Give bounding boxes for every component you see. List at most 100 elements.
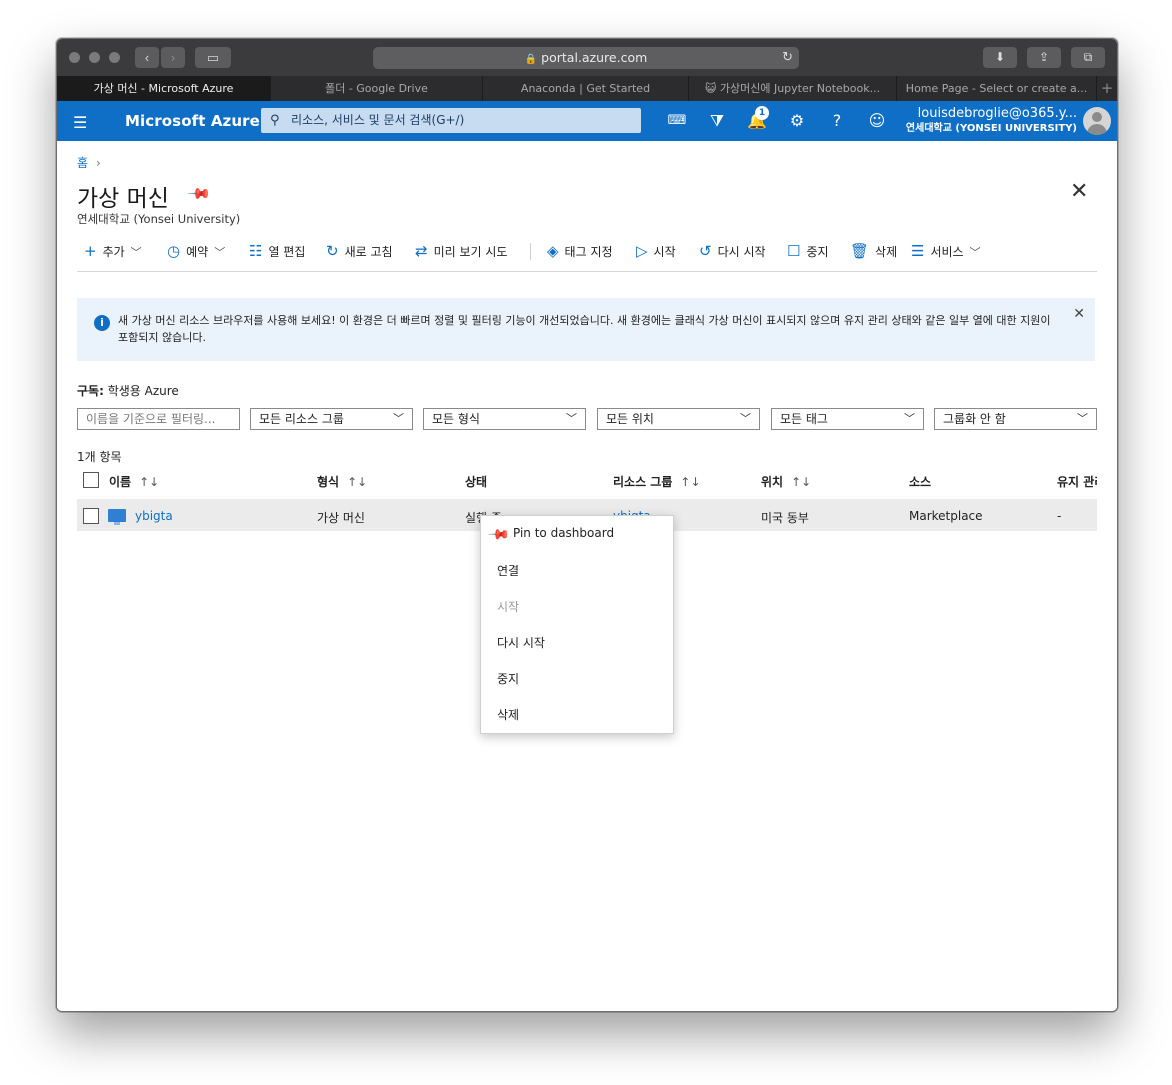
column-header-maintenance[interactable]: 유지 관리 <box>1057 473 1097 490</box>
downloads-icon[interactable]: ⬇ <box>983 47 1017 68</box>
zoom-window-button[interactable] <box>109 52 120 63</box>
feedback-smiley-icon[interactable]: ☺ <box>866 111 888 131</box>
pin-icon: 📌 <box>486 523 511 547</box>
breadcrumb-home[interactable]: 홈 <box>77 156 88 170</box>
page-title: 가상 머신 <box>77 186 169 212</box>
column-header-type[interactable]: 형식 ↑↓ <box>317 473 367 490</box>
resource-group-dropdown[interactable]: 모든 리소스 그룹 ﹀ <box>250 408 413 430</box>
schedule-button[interactable]: ◷ 예약 ﹀ <box>167 239 225 264</box>
column-header-status[interactable]: 상태 <box>465 473 487 490</box>
start-button[interactable]: ▷ 시작 <box>636 239 676 264</box>
vm-name-link[interactable]: ybigta <box>135 509 173 523</box>
tab-azure[interactable]: 가상 머신 - Microsoft Azure <box>57 76 271 101</box>
vm-location: 미국 동부 <box>761 511 809 525</box>
banner-text[interactable]: 새 가상 머신 리소스 브라우저를 사용해 보세요! 이 환경은 더 빠르며 정… <box>118 312 1062 346</box>
sort-icon: ↑↓ <box>791 475 812 489</box>
chevron-down-icon: ﹀ <box>904 412 915 425</box>
brand-title[interactable]: Microsoft Azure <box>125 112 260 130</box>
refresh-button[interactable]: ↻ 새로 고침 <box>326 239 393 264</box>
column-header-source[interactable]: 소스 <box>909 473 931 490</box>
services-button[interactable]: ☰ 서비스 ﹀ <box>911 239 981 264</box>
context-menu: 📌 Pin to dashboard 연결 시작 다시 시작 중지 삭제 <box>480 515 674 734</box>
add-button[interactable]: + 추가 ﹀ <box>84 239 142 264</box>
location-dropdown[interactable]: 모든 위치 ﹀ <box>597 408 760 430</box>
forward-button[interactable]: › <box>161 47 185 68</box>
url-text: portal.azure.com <box>541 50 648 65</box>
global-search-input[interactable]: ⚲ 리소스, 서비스 및 문서 검색(G+/) <box>261 108 641 133</box>
page-subtitle: 연세대학교 (Yonsei University) <box>77 212 241 226</box>
tags-dropdown[interactable]: 모든 태그 ﹀ <box>771 408 924 430</box>
refresh-icon: ↻ <box>326 242 339 260</box>
subscription-value: 학생용 Azure <box>107 384 179 398</box>
info-icon: i <box>94 315 110 331</box>
chevron-right-icon: › <box>96 156 101 170</box>
back-button[interactable]: ‹ <box>135 47 159 68</box>
column-header-location[interactable]: 위치 ↑↓ <box>761 473 811 490</box>
vm-type: 가상 머신 <box>317 511 365 525</box>
clock-icon: ◷ <box>167 242 181 260</box>
select-all-checkbox[interactable] <box>83 472 99 488</box>
edit-columns-button[interactable]: ☷ 열 편집 <box>249 239 305 264</box>
command-bar: + 추가 ﹀ ◷ 예약 ﹀ ☷ 열 편집 ↻ 새로 고침 ⇄ 미리 보기 시도 ◈ 태그 지정 … <box>77 239 1097 272</box>
tab-anaconda[interactable]: Anaconda | Get Started <box>483 76 689 101</box>
trash-icon: 🗑 <box>850 242 870 260</box>
share-icon[interactable]: ⇪ <box>1027 47 1061 68</box>
tag-icon: ◈ <box>547 242 559 260</box>
close-window-button[interactable] <box>69 52 80 63</box>
type-dropdown[interactable]: 모든 형식 ﹀ <box>423 408 586 430</box>
help-icon[interactable]: ? <box>826 111 848 131</box>
chevron-down-icon: ﹀ <box>740 412 751 425</box>
plus-icon: + <box>84 242 97 260</box>
azure-header: ☰ Microsoft Azure ⚲ 리소스, 서비스 및 문서 검색(G+/… <box>57 101 1117 141</box>
delete-button[interactable]: 🗑 삭제 <box>850 239 897 264</box>
chevron-down-icon: ﹀ <box>1077 412 1088 425</box>
avatar[interactable] <box>1083 107 1111 135</box>
tab-google-drive[interactable]: 폴더 - Google Drive <box>271 76 483 101</box>
menu-item-delete[interactable]: 삭제 <box>497 706 519 723</box>
account-info[interactable]: louisdebroglie@o365.y... 연세대학교 (YONSEI U… <box>906 106 1077 136</box>
breadcrumb: 홈 › <box>77 154 101 171</box>
menu-icon[interactable]: ☰ <box>73 113 87 132</box>
virtual-machine-icon <box>108 509 126 525</box>
toolbar-divider <box>530 243 531 260</box>
pin-icon[interactable]: 📌 <box>186 181 212 207</box>
chevron-down-icon: ﹀ <box>214 246 226 259</box>
menu-item-connect[interactable]: 연결 <box>497 562 519 579</box>
assign-tags-button[interactable]: ◈ 태그 지정 <box>547 239 613 264</box>
browser-titlebar: ‹ › ▭ 🔒 portal.azure.com ↻ ⬇ ⇪ ⧉ <box>57 39 1117 77</box>
reload-icon[interactable]: ↻ <box>782 47 793 69</box>
chevron-down-icon: ﹀ <box>393 412 404 425</box>
cloud-shell-icon[interactable]: ⌨ <box>666 111 688 131</box>
chevron-down-icon: ﹀ <box>566 412 577 425</box>
list-icon: ☰ <box>911 242 925 260</box>
menu-item-stop[interactable]: 중지 <box>497 670 519 687</box>
menu-item-pin-to-dashboard[interactable]: Pin to dashboard <box>513 526 614 540</box>
browser-window: ‹ › ▭ 🔒 portal.azure.com ↻ ⬇ ⇪ ⧉ 가상 머신 - … <box>56 38 1118 1012</box>
name-filter-input[interactable]: 이름을 기준으로 필터링... <box>77 408 240 430</box>
tabs-overview-icon[interactable]: ⧉ <box>1071 47 1105 68</box>
dismiss-banner-icon[interactable]: ✕ <box>1073 306 1085 322</box>
lock-icon: 🔒 <box>524 54 538 65</box>
settings-gear-icon[interactable]: ⚙ <box>786 111 808 131</box>
vm-source: Marketplace <box>909 509 983 523</box>
restart-button[interactable]: ↺ 다시 시작 <box>699 239 766 264</box>
close-icon[interactable]: ✕ <box>1070 179 1088 204</box>
tab-home-page[interactable]: Home Page - Select or create a... <box>897 76 1097 101</box>
new-tab-button[interactable]: + <box>1097 76 1117 101</box>
search-placeholder: 리소스, 서비스 및 문서 검색(G+/) <box>291 113 465 127</box>
row-checkbox[interactable] <box>83 508 99 524</box>
column-header-name[interactable]: 이름 ↑↓ <box>109 473 159 490</box>
try-preview-button[interactable]: ⇄ 미리 보기 시도 <box>415 239 507 264</box>
grouping-dropdown[interactable]: 그룹화 안 함 ﹀ <box>934 408 1097 430</box>
menu-item-restart[interactable]: 다시 시작 <box>497 634 545 651</box>
play-icon: ▷ <box>636 242 648 260</box>
column-header-resource-group[interactable]: 리소스 그룹 ↑↓ <box>613 473 701 490</box>
stop-icon: ☐ <box>787 242 801 260</box>
tab-jupyter-post[interactable]: 😺 가상머신에 Jupyter Notebook... <box>689 76 897 101</box>
sidebar-toggle-icon[interactable]: ▭ <box>195 47 231 68</box>
browser-tab-bar: 가상 머신 - Microsoft Azure 폴더 - Google Driv… <box>57 76 1117 101</box>
minimize-window-button[interactable] <box>89 52 100 63</box>
address-bar[interactable]: 🔒 portal.azure.com ↻ <box>373 47 799 69</box>
stop-button[interactable]: ☐ 중지 <box>787 239 829 264</box>
directory-filter-icon[interactable]: ⧩ <box>706 111 728 131</box>
